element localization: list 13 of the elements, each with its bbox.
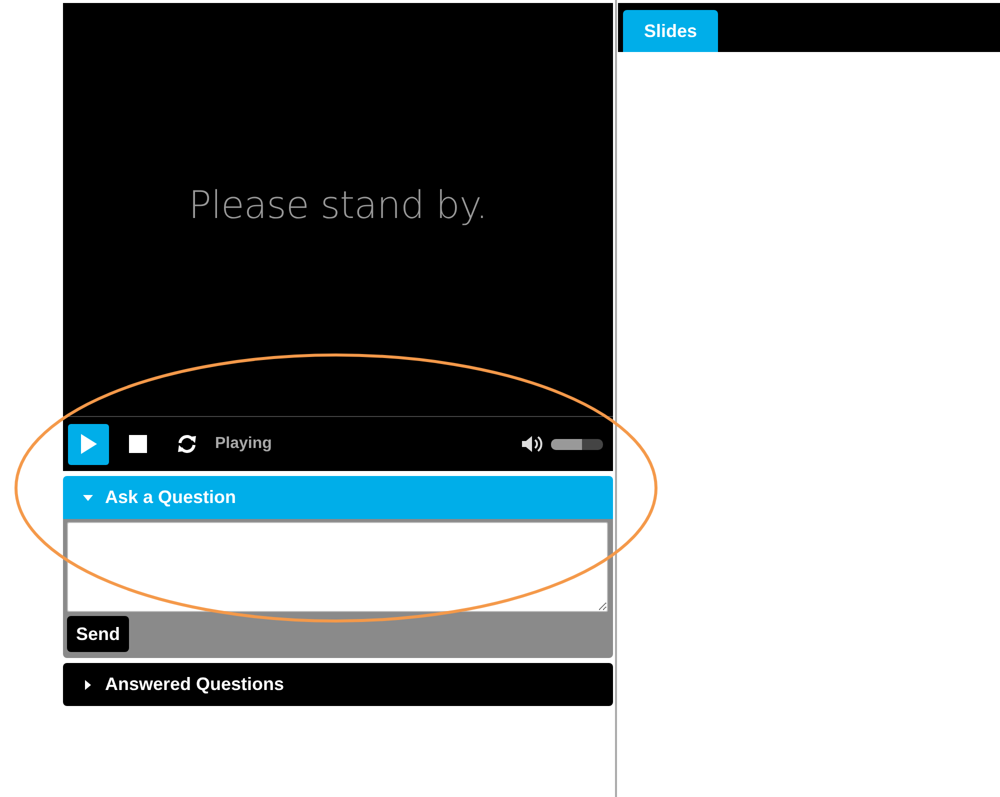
answered-questions-header[interactable]: Answered Questions bbox=[63, 663, 613, 706]
stop-icon bbox=[128, 435, 146, 453]
caret-icon bbox=[83, 492, 93, 502]
playback-status: Playing bbox=[215, 435, 272, 453]
question-field[interactable] bbox=[67, 522, 608, 612]
play-button[interactable] bbox=[68, 424, 109, 464]
refresh-icon bbox=[176, 433, 198, 455]
standby-message: Please stand by. bbox=[188, 182, 488, 226]
volume-slider[interactable] bbox=[551, 438, 603, 450]
play-icon bbox=[80, 433, 98, 455]
speaker-icon bbox=[521, 434, 543, 454]
caret-icon bbox=[83, 680, 93, 690]
send-button[interactable]: Send bbox=[67, 616, 130, 652]
